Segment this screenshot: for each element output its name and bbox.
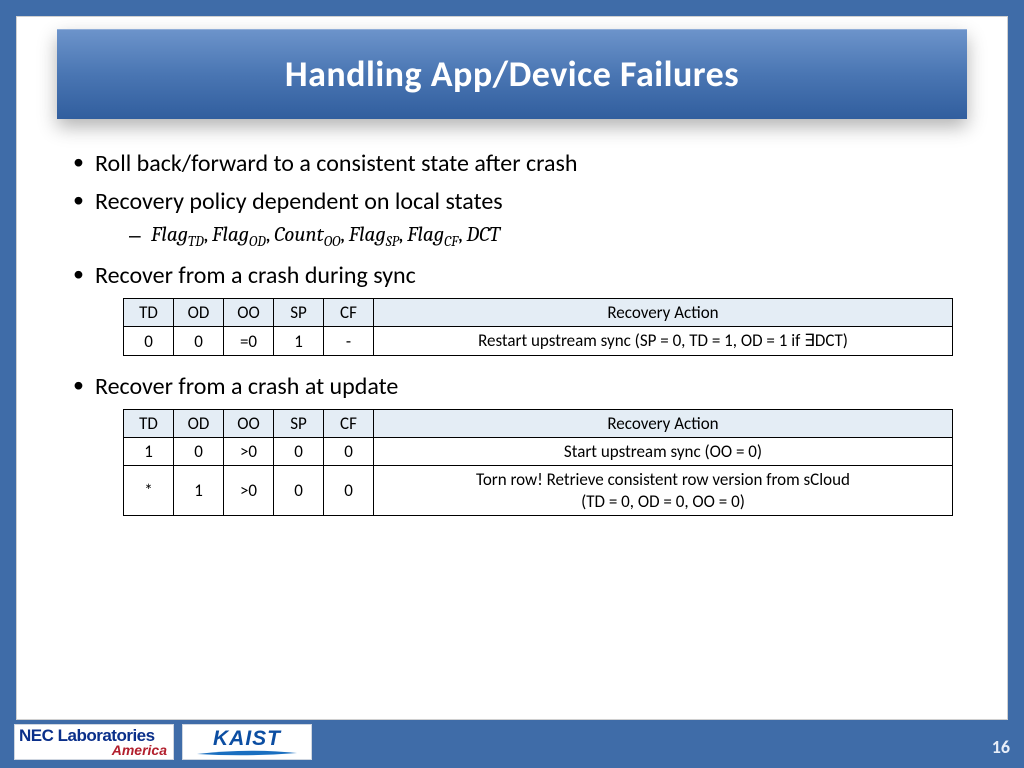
math-symbol: Flag xyxy=(407,223,444,247)
cell: 0 xyxy=(124,327,174,355)
bullet-text: Recover from a crash at update xyxy=(95,372,398,401)
cell: >0 xyxy=(224,466,274,516)
table-row: 1 0 >0 0 0 Start upstream sync (OO = 0) xyxy=(124,438,953,466)
separator: , xyxy=(399,223,407,247)
math-symbol: DCT xyxy=(467,223,500,247)
table-row: 0 0 =0 1 - Restart upstream sync (SP = 0… xyxy=(124,327,953,355)
math-symbol: Flag xyxy=(151,223,188,247)
col-header: Recovery Action xyxy=(374,299,953,327)
col-header: OO xyxy=(224,410,274,438)
footer-logos: NEC Laboratories America KAIST xyxy=(14,722,312,762)
cell-action: Start upstream sync (OO = 0) xyxy=(374,438,953,466)
col-header: OD xyxy=(174,299,224,327)
kaist-logo-text: KAIST xyxy=(213,728,281,749)
recovery-table-update: TD OD OO SP CF Recovery Action 1 0 >0 0 xyxy=(123,409,953,516)
col-header: TD xyxy=(124,299,174,327)
bullet-item: Recover from a crash during sync xyxy=(67,259,957,293)
flags-line: FlagTD, FlagOD, CountOO, FlagSP, FlagCF,… xyxy=(95,220,957,253)
cell: 1 xyxy=(174,466,224,516)
title-bar: Handling App/Device Failures xyxy=(57,29,967,119)
slide-body: Handling App/Device Failures Roll back/f… xyxy=(16,16,1008,720)
page-number: 16 xyxy=(992,736,1010,758)
math-symbol: Flag xyxy=(212,223,249,247)
math-subscript: TD xyxy=(188,233,204,250)
cell: 0 xyxy=(274,466,324,516)
content-area: Roll back/forward to a consistent state … xyxy=(67,147,957,530)
math-subscript: OO xyxy=(324,233,341,250)
sub-bullet-list: FlagTD, FlagOD, CountOO, FlagSP, FlagCF,… xyxy=(95,220,957,253)
cell-action: Restart upstream sync (SP = 0, TD = 1, O… xyxy=(374,327,953,355)
cell: 0 xyxy=(174,438,224,466)
cell: =0 xyxy=(224,327,274,355)
table-header-row: TD OD OO SP CF Recovery Action xyxy=(124,299,953,327)
table-row: * 1 >0 0 0 Torn row! Retrieve consistent… xyxy=(124,466,953,516)
kaist-swoosh-icon xyxy=(197,750,297,756)
cell: >0 xyxy=(224,438,274,466)
col-header: CF xyxy=(324,299,374,327)
cell: 0 xyxy=(274,438,324,466)
col-header: CF xyxy=(324,410,374,438)
math-symbol: Flag xyxy=(349,223,386,247)
col-header: TD xyxy=(124,410,174,438)
math-subscript: SP xyxy=(386,233,399,250)
separator: , xyxy=(204,223,212,247)
nec-logo-bottom: America xyxy=(112,742,167,758)
cell: 0 xyxy=(324,466,374,516)
col-header: SP xyxy=(274,410,324,438)
table-header-row: TD OD OO SP CF Recovery Action xyxy=(124,410,953,438)
bullet-text: Recovery policy dependent on local state… xyxy=(95,187,503,216)
bullet-item: Roll back/forward to a consistent state … xyxy=(67,147,957,181)
separator: , xyxy=(458,223,466,247)
slide-title: Handling App/Device Failures xyxy=(285,52,739,96)
cell: 1 xyxy=(274,327,324,355)
cell: - xyxy=(324,327,374,355)
bullet-list: Recover from a crash at update xyxy=(67,370,957,404)
nec-logo: NEC Laboratories America xyxy=(14,724,174,760)
col-header: OO xyxy=(224,299,274,327)
cell: 1 xyxy=(124,438,174,466)
bullet-item: Recovery policy dependent on local state… xyxy=(67,185,957,253)
separator: , xyxy=(340,223,348,247)
math-symbol: Count xyxy=(274,223,324,247)
bullet-list: Roll back/forward to a consistent state … xyxy=(67,147,957,292)
separator: , xyxy=(266,223,274,247)
math-subscript: CF xyxy=(444,233,458,250)
cell: * xyxy=(124,466,174,516)
bullet-item: Recover from a crash at update xyxy=(67,370,957,404)
bullet-text: Recover from a crash during sync xyxy=(95,261,416,290)
col-header: Recovery Action xyxy=(374,410,953,438)
cell: 0 xyxy=(324,438,374,466)
cell: 0 xyxy=(174,327,224,355)
col-header: SP xyxy=(274,299,324,327)
kaist-logo: KAIST xyxy=(182,724,312,760)
recovery-table-sync: TD OD OO SP CF Recovery Action 0 0 =0 1 xyxy=(123,298,953,355)
cell-action: Torn row! Retrieve consistent row versio… xyxy=(374,466,953,516)
math-subscript: OD xyxy=(249,233,266,250)
col-header: OD xyxy=(174,410,224,438)
slide-frame: Handling App/Device Failures Roll back/f… xyxy=(0,0,1024,768)
